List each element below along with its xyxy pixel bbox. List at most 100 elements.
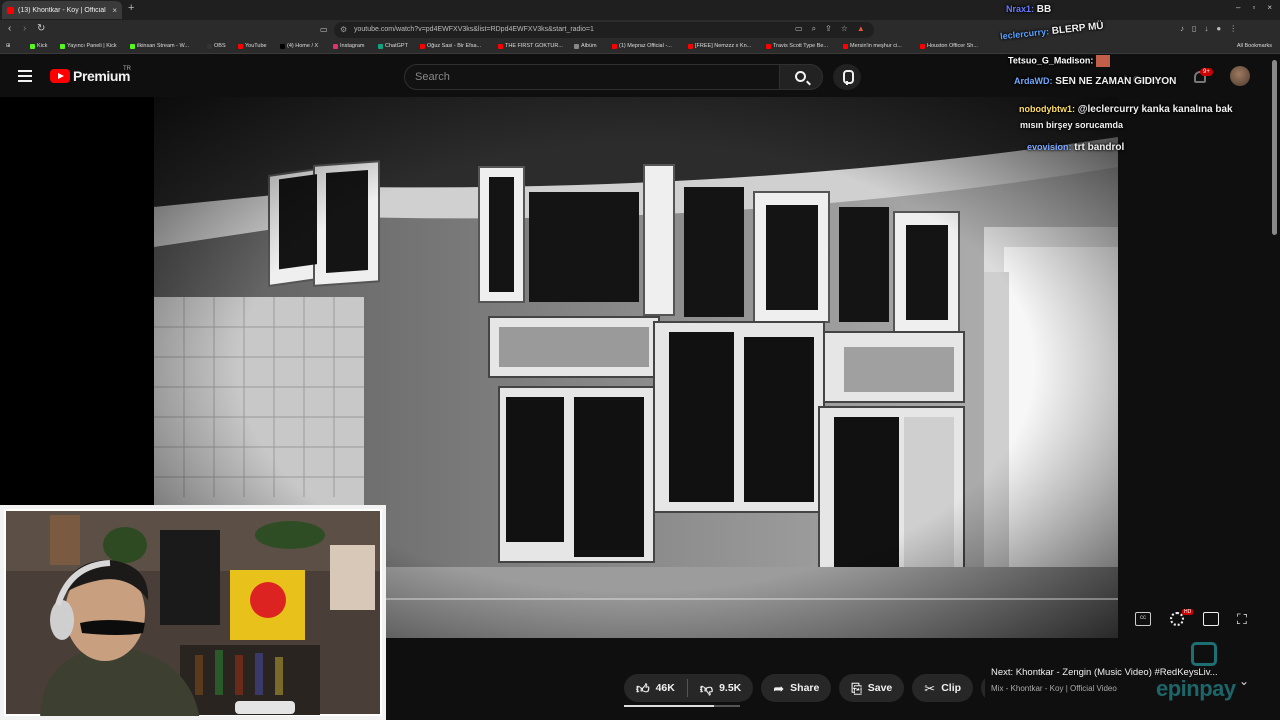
bookmark-item[interactable]: (4) Home / X	[280, 43, 318, 49]
page-info-icon[interactable]: ▭	[320, 25, 328, 34]
chat-text: mısın birşey sorucamda	[1020, 120, 1124, 130]
url-action-icons: ▭ ⌕ ⇪ ☆ ▲	[795, 24, 865, 34]
youtube-premium-logo[interactable]: Premium TR	[50, 66, 131, 84]
chat-message: leclercurry: BLERP MÜ	[1000, 21, 1104, 43]
miniplayer-icon[interactable]	[1203, 612, 1219, 626]
captions-icon[interactable]: cc	[1135, 612, 1151, 626]
save-button[interactable]: ⎘ Save	[839, 674, 905, 702]
like-ratio-fill	[624, 705, 714, 707]
hamburger-menu-icon[interactable]	[18, 70, 32, 82]
like-button[interactable]: 👍︎ 46K	[624, 674, 687, 702]
like-count: 46K	[655, 682, 675, 694]
video-progress-bar[interactable]	[386, 598, 1118, 600]
tab-close-icon[interactable]: ×	[112, 6, 117, 15]
bookmark-item[interactable]: (1) Mepraz Official -...	[612, 43, 672, 49]
chat-text: BLERP MÜ	[1051, 20, 1105, 37]
bookmark-item[interactable]: Kick	[30, 43, 47, 49]
bookmark-favicon-icon	[498, 43, 503, 49]
share-button[interactable]: ➦ Share	[761, 674, 832, 702]
logo-text: Premium	[73, 68, 131, 84]
clip-label: Clip	[941, 682, 962, 694]
bookmark-item[interactable]: THE FIRST GOKTUR...	[498, 43, 563, 49]
bookmark-favicon-icon	[688, 43, 693, 49]
dislike-button[interactable]: 👎︎ 9.5K	[688, 674, 753, 702]
bookmark-item[interactable]: Travis Scott Type Be...	[766, 43, 828, 49]
share-arrow-icon: ➦	[773, 680, 785, 696]
url-field[interactable]: ⚙ youtube.com/watch?v=pd4EWFXV3ks&list=R…	[334, 22, 874, 38]
chat-message: Tetsuo_G_Madison:	[1008, 55, 1111, 67]
bookmark-item[interactable]: Yayıncı Paneli | Kick	[60, 43, 117, 49]
webcam-feed	[0, 505, 386, 720]
bookmark-label: Mersin'in meşhur ci...	[850, 43, 902, 49]
bookmark-label: OBS	[214, 43, 226, 49]
share-page-icon[interactable]: ⇪	[825, 24, 832, 34]
hd-badge: HD	[1182, 609, 1194, 615]
new-tab-button[interactable]: +	[128, 2, 134, 14]
chat-username: leclercurry:	[999, 26, 1050, 42]
bookmark-item[interactable]: Instagram	[333, 43, 364, 49]
thumbs-down-icon: 👎︎	[699, 680, 714, 696]
chat-text: SEN NE ZAMAN GIDIYON	[1055, 76, 1177, 87]
extension-icon[interactable]: ▲	[857, 24, 865, 34]
bookmark-favicon-icon	[574, 43, 579, 49]
bookmark-label: (1) Mepraz Official -...	[619, 43, 672, 49]
url-text: youtube.com/watch?v=pd4EWFXV3ks&list=RDp…	[354, 26, 594, 33]
site-settings-icon[interactable]: ⚙	[340, 22, 347, 38]
clip-button[interactable]: ✂ Clip	[912, 674, 974, 702]
search-button[interactable]	[779, 64, 823, 90]
left-black-gutter	[0, 97, 154, 507]
chat-username: ArdaWD:	[1014, 76, 1053, 86]
search-placeholder: Search	[415, 71, 450, 83]
voice-search-mic-icon[interactable]	[833, 64, 861, 90]
chat-username: nobodybtw1:	[1019, 104, 1075, 114]
video-actions-bar: 👍︎46K 👎︎9.5K ➦Share ⎘Save ✂Clip ⋯	[624, 674, 1010, 702]
apps-grid-icon[interactable]: ⊞	[6, 43, 11, 49]
bookmark-favicon-icon	[280, 43, 285, 49]
chat-message: nobodybtw1: @leclercurry kanka kanalına …	[1019, 104, 1233, 115]
stream-chat-overlay: Nrax1: BB leclercurry: BLERP MÜ Tetsuo_G…	[994, 0, 1280, 160]
chat-message: evovision: trt bandrol	[1027, 142, 1124, 153]
bookmark-item[interactable]: Albüm	[574, 43, 597, 49]
save-label: Save	[867, 682, 893, 694]
bookmark-item[interactable]: ilkinsan Stream - W...	[130, 43, 189, 49]
bookmark-favicon-icon	[30, 43, 35, 49]
share-label: Share	[790, 682, 820, 694]
chat-message: Nrax1: BB	[1006, 4, 1051, 15]
bookmark-item[interactable]: ChatGPT	[378, 43, 408, 49]
bookmark-favicon-icon	[333, 43, 338, 49]
youtube-play-logo-icon	[50, 69, 70, 83]
bookmark-item[interactable]: YouTube	[238, 43, 267, 49]
bookmark-item[interactable]: Houston Officer Sh...	[920, 43, 978, 49]
page-scrollbar[interactable]	[1272, 60, 1277, 235]
youtube-favicon-icon	[7, 6, 14, 14]
bookmark-save-icon: ⎘	[851, 680, 862, 696]
bookmark-item[interactable]: Mersin'in meşhur ci...	[843, 43, 902, 49]
bookmark-label: (4) Home / X	[287, 43, 319, 49]
back-icon[interactable]: ‹	[8, 23, 11, 34]
epinpay-logo-icon	[1191, 642, 1217, 666]
chat-username: Tetsuo_G_Madison:	[1008, 55, 1094, 66]
reload-icon[interactable]: ↻	[37, 23, 45, 34]
bookmark-favicon-icon	[766, 43, 771, 49]
zoom-icon[interactable]: ⌕	[812, 24, 816, 34]
chat-message-continued: mısın birşey sorucamda	[1020, 120, 1123, 130]
chat-text: @leclercurry kanka kanalına bak	[1077, 104, 1233, 115]
bookmark-item[interactable]: Oğuz Sasi - Bir Efsa...	[420, 43, 481, 49]
chat-text: trt bandrol	[1074, 142, 1125, 153]
fullscreen-icon[interactable]: ⛶	[1237, 612, 1253, 626]
webcam-overlay	[0, 505, 386, 720]
country-code: TR	[123, 66, 131, 72]
forward-icon[interactable]: ›	[23, 23, 26, 34]
bookmark-favicon-icon	[207, 43, 212, 49]
bookmark-item[interactable]: [FREE] Nemzzz x Kn...	[688, 43, 751, 49]
bookmark-item[interactable]: OBS	[207, 43, 226, 49]
like-ratio-bar	[624, 705, 740, 707]
bookmark-star-icon[interactable]: ☆	[841, 24, 848, 34]
bookmark-label: Houston Officer Sh...	[927, 43, 978, 49]
chat-text: BB	[1036, 4, 1052, 15]
chevron-down-icon[interactable]: ⌄	[1239, 674, 1249, 688]
bookmark-label: Kick	[37, 43, 48, 49]
browser-tab-active[interactable]: (13) Khontkar - Koy | Official ×	[2, 1, 122, 19]
cast-icon[interactable]: ▭	[795, 24, 803, 34]
search-input[interactable]: Search	[404, 64, 780, 90]
